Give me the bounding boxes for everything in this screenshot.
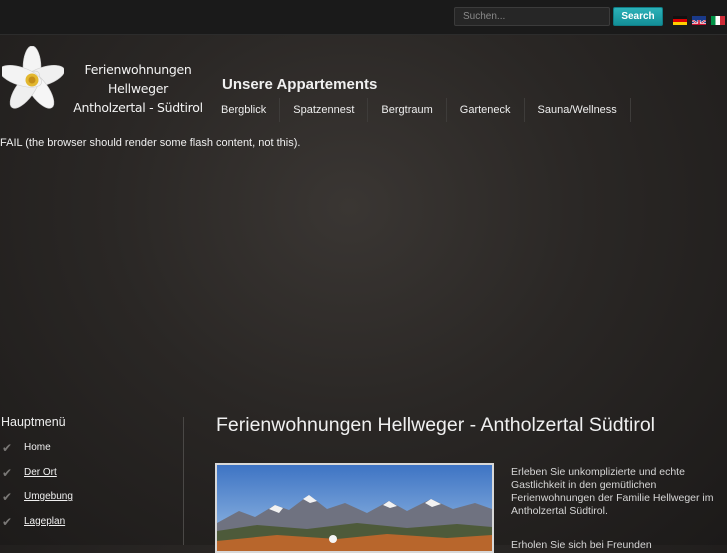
menu-item-lageplan[interactable]: ✔ Lageplan (0, 514, 180, 539)
article-intro: Erleben Sie unkomplizierte und echte Gas… (511, 466, 714, 517)
menu-item-home[interactable]: ✔ Home (0, 440, 180, 465)
checkmark-icon: ✔ (2, 514, 13, 529)
logo-line-1: Ferienwohnungen Hellweger (84, 62, 192, 96)
checkmark-icon: ✔ (2, 465, 13, 480)
main-menu: Hauptmenü ✔ Home ✔ Der Ort ✔ Umgebung ✔ … (0, 415, 180, 538)
top-bar: Search (0, 0, 727, 35)
article-paragraph-2: Erholen Sie sich bei Freunden (511, 539, 652, 551)
nav-item-garteneck[interactable]: Garteneck (447, 98, 525, 122)
logo-line-2: Antholzertal - Südtirol (73, 100, 203, 115)
flash-fallback-text: FAIL (the browser should render some fla… (0, 137, 301, 149)
de-flag-icon[interactable] (673, 16, 687, 25)
site-logo[interactable]: Ferienwohnungen Hellweger Antholzertal -… (2, 46, 207, 115)
logo-text: Ferienwohnungen Hellweger Antholzertal -… (66, 60, 210, 117)
menu-item-label: Der Ort (24, 466, 57, 478)
it-flag-icon[interactable] (711, 16, 725, 25)
article-title: Ferienwohnungen Hellweger - Antholzertal… (216, 414, 655, 436)
section-title: Unsere Appartements (222, 76, 378, 93)
menu-item-umgebung[interactable]: ✔ Umgebung (0, 489, 180, 514)
en-flag-icon[interactable] (692, 16, 706, 25)
menu-item-der-ort[interactable]: ✔ Der Ort (0, 465, 180, 490)
mountain-photo (215, 463, 494, 553)
menu-item-label: Lageplan (24, 515, 66, 527)
menu-item-label: Home (24, 442, 51, 453)
sidebar-divider (183, 417, 184, 545)
checkmark-icon: ✔ (2, 441, 13, 455)
search-input[interactable] (454, 7, 610, 26)
nav-item-bergtraum[interactable]: Bergtraum (368, 98, 447, 122)
menu-item-label: Umgebung (24, 491, 73, 502)
main-menu-title: Hauptmenü (1, 415, 66, 429)
nav-item-bergblick[interactable]: Bergblick (208, 98, 281, 122)
checkmark-icon: ✔ (2, 490, 13, 504)
search-button[interactable]: Search (613, 7, 663, 26)
nav-item-spatzennest[interactable]: Spatzennest (280, 98, 369, 122)
edelweiss-flower-icon (2, 46, 64, 109)
nav-item-sauna-wellness[interactable]: Sauna/Wellness (525, 98, 631, 122)
apartments-nav: Bergblick Spatzennest Bergtraum Gartenec… (208, 98, 631, 122)
